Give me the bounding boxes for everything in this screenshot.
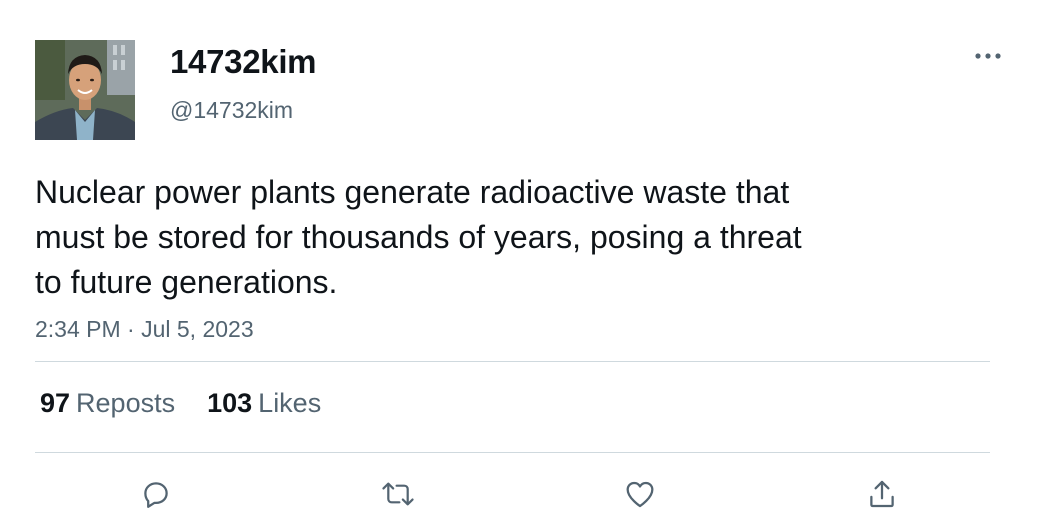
share-icon[interactable]: [862, 474, 902, 514]
likes-stat[interactable]: 103 Likes: [207, 388, 321, 419]
display-name[interactable]: 14732kim: [170, 43, 317, 81]
reply-icon[interactable]: [136, 474, 176, 514]
reposts-stat[interactable]: 97 Reposts: [40, 388, 175, 419]
tweet-card: 14732kim @14732kim Nuclear power plants …: [0, 0, 1050, 525]
divider: [35, 361, 990, 362]
avatar-photo: [35, 40, 135, 140]
likes-count: 103: [207, 388, 253, 418]
tweet-timestamp[interactable]: 2:34 PM · Jul 5, 2023: [35, 316, 254, 343]
like-icon[interactable]: [620, 474, 660, 514]
divider: [35, 452, 990, 453]
tweet-text: Nuclear power plants generate radioactiv…: [35, 174, 802, 300]
reposts-count: 97: [40, 388, 71, 418]
likes-label: Likes: [258, 388, 322, 418]
avatar[interactable]: [35, 40, 135, 140]
reposts-label: Reposts: [76, 388, 176, 418]
user-handle[interactable]: @14732kim: [170, 97, 293, 124]
more-options-icon[interactable]: [972, 44, 1004, 68]
engagement-stats: 97 Reposts 103 Likes: [40, 388, 353, 419]
repost-icon[interactable]: [378, 474, 418, 514]
